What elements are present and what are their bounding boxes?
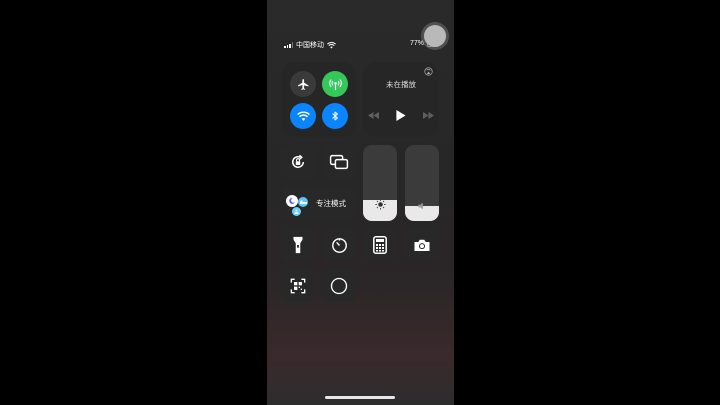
wifi-toggle[interactable] xyxy=(290,103,316,129)
cellular-data-toggle[interactable] xyxy=(322,71,348,97)
wifi-icon xyxy=(296,110,310,121)
play-icon[interactable] xyxy=(396,110,406,121)
battery-percent: 77% xyxy=(409,40,424,47)
airplane-icon xyxy=(297,78,308,90)
carrier-label: 中国移动 xyxy=(296,42,324,49)
bluetooth-icon xyxy=(332,111,338,121)
screen-record-button[interactable] xyxy=(322,269,356,303)
calculator-button[interactable] xyxy=(363,228,397,262)
timer-button[interactable] xyxy=(322,228,356,262)
moon-icon xyxy=(286,195,298,207)
speaker-icon xyxy=(418,202,423,210)
volume-slider[interactable] xyxy=(405,145,439,221)
signal-bars-icon xyxy=(284,42,293,48)
airplane-mode-toggle[interactable] xyxy=(290,71,316,97)
now-playing-module[interactable]: 未在播放 xyxy=(363,62,439,137)
wifi-icon xyxy=(327,41,336,48)
home-indicator[interactable] xyxy=(325,396,395,399)
bluetooth-toggle[interactable] xyxy=(322,103,348,129)
rewind-icon[interactable] xyxy=(368,112,379,119)
flashlight-icon xyxy=(293,236,303,254)
airplay-icon[interactable] xyxy=(424,67,433,76)
brightness-slider[interactable] xyxy=(363,145,397,221)
status-bar: 中国移动 77% xyxy=(284,40,439,52)
qr-scanner-button[interactable] xyxy=(281,269,315,303)
flashlight-button[interactable] xyxy=(281,228,315,262)
connectivity-module xyxy=(281,62,356,137)
orientation-lock-button[interactable] xyxy=(281,145,315,179)
bed-icon xyxy=(298,197,308,207)
camera-icon xyxy=(414,239,430,251)
focus-mode-button[interactable]: 专注模式 xyxy=(281,186,356,220)
calculator-icon xyxy=(373,236,387,254)
screen-mirroring-button[interactable] xyxy=(322,145,356,179)
screen-record-icon xyxy=(330,277,348,295)
control-center: 中国移动 77% 未在播放 专注模式 xyxy=(267,0,454,405)
person-icon xyxy=(292,207,301,216)
focus-mode-label: 专注模式 xyxy=(316,198,346,208)
now-playing-title: 未在播放 xyxy=(386,80,416,89)
sun-icon xyxy=(375,199,386,210)
qr-scanner-icon xyxy=(290,278,306,294)
focus-icons xyxy=(286,191,310,216)
assistive-touch-button[interactable] xyxy=(424,25,446,47)
camera-button[interactable] xyxy=(405,228,439,262)
fast-forward-icon[interactable] xyxy=(423,112,434,119)
screen-mirroring-icon xyxy=(329,154,349,170)
timer-icon xyxy=(331,237,347,253)
orientation-lock-icon xyxy=(292,154,305,168)
cellular-antenna-icon xyxy=(328,78,342,90)
